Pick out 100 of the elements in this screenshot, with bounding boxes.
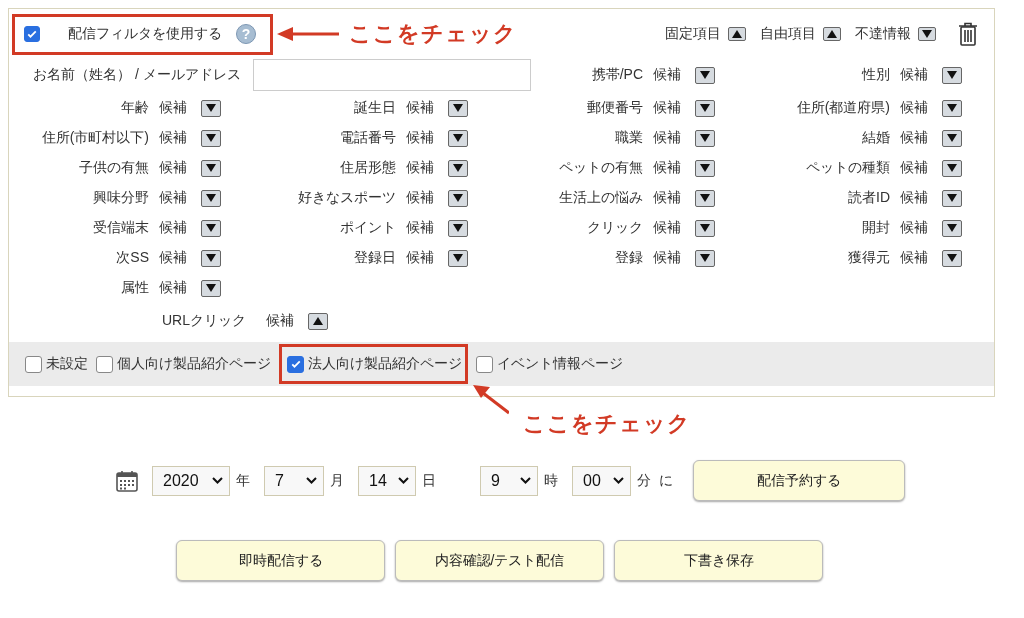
toggle-button[interactable] [201, 99, 221, 117]
field-label: クリック [587, 219, 643, 237]
field-label: ペットの有無 [559, 159, 643, 177]
field-value: 候補 [159, 279, 187, 297]
toggle-button[interactable] [728, 27, 746, 41]
field-value: 候補 [159, 189, 187, 207]
toggle-button[interactable] [942, 249, 962, 267]
toggle-button[interactable] [201, 249, 221, 267]
toggle-button[interactable] [695, 189, 715, 207]
toggle-button[interactable] [201, 279, 221, 297]
toggle-button[interactable] [695, 129, 715, 147]
chevron-down-icon [520, 477, 531, 484]
calendar-icon[interactable] [116, 469, 138, 492]
day-select[interactable]: 14 [358, 465, 416, 496]
month-select[interactable]: 7 [264, 465, 324, 496]
toggle-button[interactable] [695, 159, 715, 177]
field-label: ペットの種類 [806, 159, 890, 177]
unit-label: 時 [544, 471, 558, 490]
toggle-button[interactable] [942, 159, 962, 177]
toggle-button[interactable] [918, 27, 936, 41]
triangle-icon [732, 30, 742, 38]
field-value: 候補 [406, 189, 434, 207]
checkbox-label[interactable]: 法人向け製品紹介ページ [308, 355, 462, 373]
toggle-button[interactable] [942, 129, 962, 147]
toggle-button[interactable] [448, 219, 468, 237]
field-value: 候補 [406, 249, 434, 267]
field-value: 候補 [653, 66, 681, 84]
year-select[interactable]: 2020 [152, 465, 230, 496]
field-label: 住所(市町村以下) [41, 129, 149, 147]
triangle-icon [206, 134, 216, 142]
field-label: 住所(都道府県) [796, 99, 890, 117]
field-value: 候補 [159, 219, 187, 237]
checkbox[interactable] [96, 355, 113, 373]
unit-label: 月 [330, 471, 344, 490]
unit-label: 日 [422, 471, 436, 490]
field-value: 候補 [653, 249, 681, 267]
hour-select[interactable]: 9 [480, 465, 538, 496]
field-value: 候補 [159, 159, 187, 177]
toggle-button[interactable] [448, 159, 468, 177]
schedule-button[interactable]: 配信予約する [693, 460, 905, 501]
toggle-button[interactable] [942, 189, 962, 207]
field-value: 候補 [159, 129, 187, 147]
check-icon [289, 358, 302, 370]
checkbox[interactable] [287, 355, 304, 373]
toggle-button[interactable] [942, 99, 962, 117]
toggle-button[interactable] [823, 27, 841, 41]
toggle-button[interactable] [308, 312, 328, 330]
field-label: 登録 [615, 249, 643, 267]
checkbox-label[interactable]: 未設定 [46, 355, 88, 373]
unit-label: 年 [236, 471, 250, 490]
checkbox[interactable] [25, 355, 42, 373]
field-value: 候補 [900, 66, 928, 84]
toggle-button[interactable] [942, 66, 962, 84]
triangle-icon [453, 194, 463, 202]
action-button[interactable]: 内容確認/テスト配信 [395, 540, 604, 581]
toggle-button[interactable] [201, 129, 221, 147]
triangle-icon [206, 194, 216, 202]
triangle-icon [206, 254, 216, 262]
toggle-button[interactable] [695, 99, 715, 117]
triangle-icon [453, 104, 463, 112]
checkbox-label[interactable]: 個人向け製品紹介ページ [117, 355, 271, 373]
toggle-button[interactable] [201, 189, 221, 207]
field-label: 誕生日 [354, 99, 396, 117]
field-label: お名前（姓名） / メールアドレス [33, 66, 241, 84]
toggle-button[interactable] [448, 189, 468, 207]
triangle-icon [947, 71, 957, 79]
triangle-icon [922, 30, 932, 38]
triangle-icon [947, 134, 957, 142]
toggle-button[interactable] [942, 219, 962, 237]
toggle-button[interactable] [201, 159, 221, 177]
trash-icon[interactable] [958, 22, 978, 46]
field-value: 候補 [406, 159, 434, 177]
field-label: 郵便番号 [587, 99, 643, 117]
toggle-button[interactable] [695, 66, 715, 84]
toggle-button[interactable] [448, 99, 468, 117]
field-label: 生活上の悩み [559, 189, 643, 207]
field-value: 候補 [653, 219, 681, 237]
field-label: 電話番号 [340, 129, 396, 147]
checkbox[interactable] [24, 26, 40, 42]
callout-text: ここをチェック [349, 20, 517, 48]
triangle-icon [947, 224, 957, 232]
name-email-input[interactable] [252, 59, 531, 91]
checkbox[interactable] [476, 355, 493, 373]
toggle-button[interactable] [448, 129, 468, 147]
toggle-button[interactable] [201, 219, 221, 237]
action-button[interactable]: 即時配信する [176, 540, 385, 581]
triangle-icon [313, 317, 323, 325]
triangle-icon [206, 164, 216, 172]
field-label: 携帯/PC [591, 66, 643, 84]
field-value: 候補 [653, 159, 681, 177]
section-label: 固定項目 [665, 25, 721, 43]
action-button[interactable]: 下書き保存 [614, 540, 823, 581]
triangle-icon [453, 164, 463, 172]
minute-select[interactable]: 00 [572, 465, 631, 496]
toggle-button[interactable] [448, 249, 468, 267]
triangle-icon [947, 194, 957, 202]
toggle-button[interactable] [695, 219, 715, 237]
field-value: 候補 [900, 219, 928, 237]
toggle-button[interactable] [695, 249, 715, 267]
checkbox-label[interactable]: イベント情報ページ [497, 355, 623, 373]
